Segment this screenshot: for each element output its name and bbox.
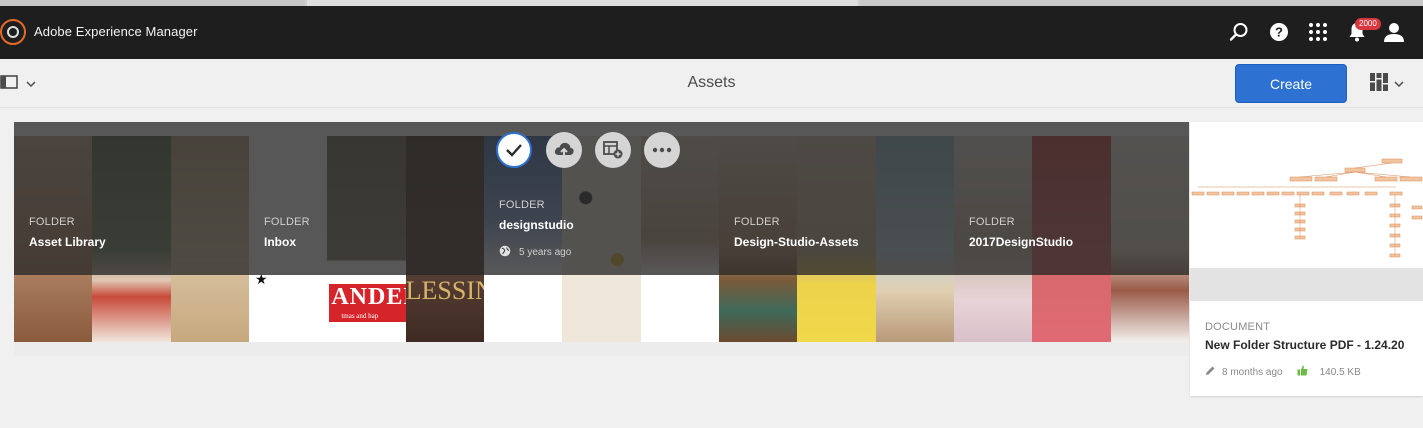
more-actions-icon[interactable] [644,132,680,168]
folder-card-designstudio[interactable]: FOLDER designstudio 5 years ago [484,122,719,356]
card-type-label: FOLDER [969,216,1015,228]
folder-card-inbox[interactable]: ★ ANDER tmas and hap LESSIN FOLDER Inbox [249,122,484,356]
card-info-overlay: FOLDER designstudio 5 years ago [484,122,719,275]
card-type-label: DOCUMENT [1205,321,1271,333]
card-title: Design-Studio-Assets [734,235,859,249]
card-view-icon [1370,72,1388,96]
pencil-icon [1205,365,1216,379]
assets-card-grid: FOLDER Asset Library ★ ANDER tmas and ha… [0,108,1423,428]
card-info-overlay: FOLDER Design-Studio-Assets [719,122,954,275]
card-title: 2017DesignStudio [969,235,1074,249]
modified-time: 5 years ago [519,247,572,258]
folder-card-asset-library[interactable]: FOLDER Asset Library [14,122,249,356]
action-bar: Assets Create [0,59,1423,108]
folder-card-2017designstudio[interactable]: FOLDER 2017DesignStudio [954,122,1189,356]
aem-logo-icon[interactable] [0,19,26,45]
card-type-label: FOLDER [499,199,545,211]
card-modified-info: 5 years ago [499,245,571,260]
create-button[interactable]: Create [1235,64,1347,103]
thumbs-up-icon [1297,365,1308,379]
thumbnail-caption: LESSIN [405,276,484,305]
document-card[interactable]: DOCUMENT New Folder Structure PDF - 1.24… [1190,122,1423,396]
chevron-down-icon [26,75,36,93]
document-thumbnail [1190,156,1423,268]
svg-text:?: ? [1275,25,1283,40]
card-title: New Folder Structure PDF - 1.24.20 [1205,338,1405,352]
upload-cloud-icon[interactable] [546,132,582,168]
card-type-label: FOLDER [29,216,75,228]
solutions-grid-icon[interactable] [1306,20,1330,44]
card-title: Inbox [264,235,296,249]
card-info-overlay: FOLDER Asset Library [14,122,249,275]
card-type-label: FOLDER [734,216,780,228]
card-title: Asset Library [29,235,106,249]
page-title: Assets [687,74,736,91]
thumbnail-caption: tmas and hap [341,312,379,320]
app-title[interactable]: Adobe Experience Manager [34,24,198,39]
rail-toggle-button[interactable] [0,74,40,94]
side-panel-icon [0,74,18,94]
view-switcher-button[interactable] [1370,72,1410,96]
shell-header: Adobe Experience Manager ? 2000 [0,6,1423,59]
user-avatar-icon[interactable] [1382,20,1406,44]
thumbnail-caption: ANDER [331,284,405,310]
modified-time: 8 months ago [1222,366,1283,378]
notification-count-badge: 2000 [1355,18,1381,30]
select-check-icon[interactable] [496,132,532,168]
globe-icon [499,245,511,260]
help-icon[interactable]: ? [1267,20,1291,44]
card-info-overlay: FOLDER 2017DesignStudio [954,122,1189,275]
chevron-down-icon [1394,75,1404,93]
file-size: 140.5 KB [1319,366,1361,378]
card-footer-meta: 8 months ago 140.5 KB [1205,365,1361,379]
card-type-label: FOLDER [264,216,310,228]
folder-card-design-studio-assets[interactable]: FOLDER Design-Studio-Assets [719,122,954,356]
search-icon[interactable] [1227,20,1251,44]
card-info-overlay: FOLDER Inbox [249,122,484,275]
card-title: designstudio [499,218,574,232]
add-to-collection-icon[interactable] [595,132,631,168]
